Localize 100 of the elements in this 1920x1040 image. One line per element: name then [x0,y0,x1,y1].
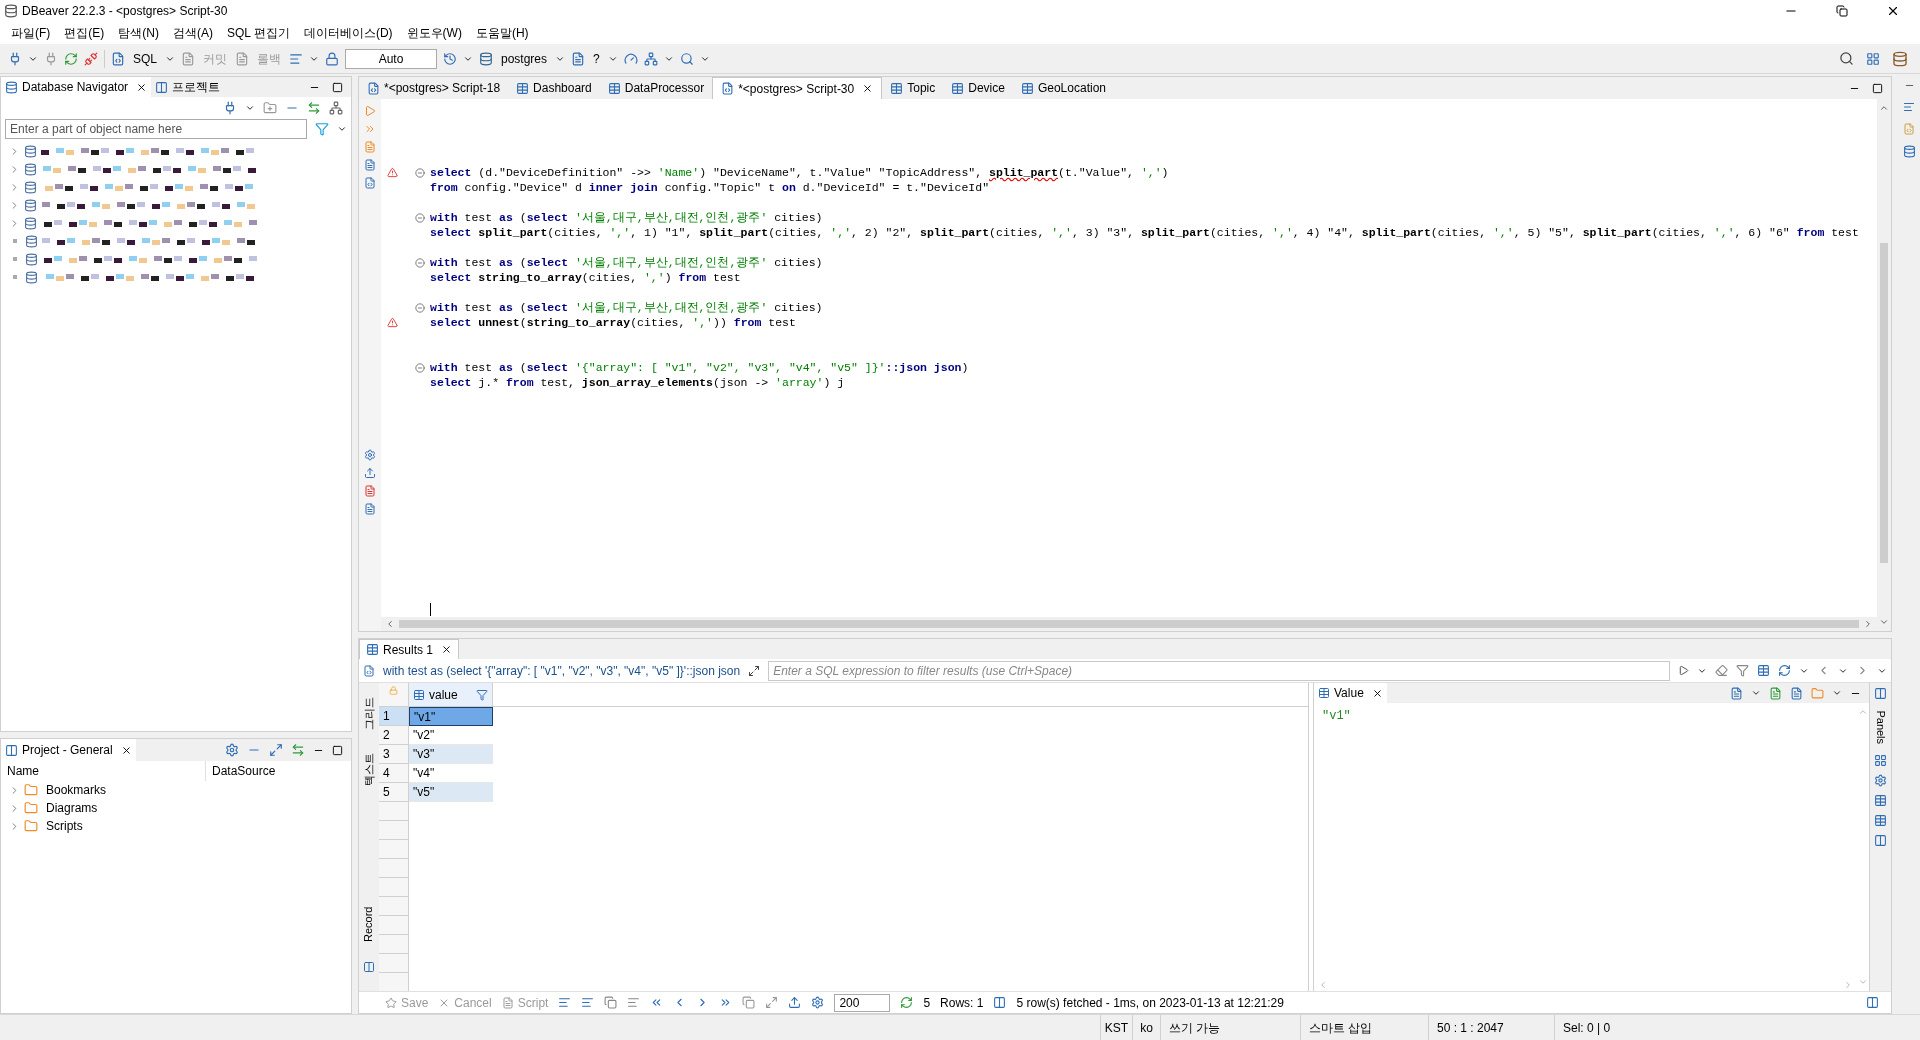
explain-icon[interactable] [364,159,376,171]
panels-tab[interactable]: Panels [1872,710,1889,744]
search-icon[interactable] [1839,51,1854,66]
refresh-icon[interactable] [900,996,914,1009]
tab-label[interactable]: Value [1334,684,1364,702]
disconnect-icon[interactable] [84,51,98,66]
save-icon[interactable] [1769,686,1782,700]
sql-button[interactable]: SQL [131,49,159,68]
scroll-left-icon[interactable] [385,619,395,629]
tab-label[interactable]: *<postgres> Script-18 [384,79,501,97]
tab-label[interactable]: Dashboard [533,79,592,97]
results-tab[interactable]: Results 1 [359,639,460,659]
terminal-icon[interactable] [364,177,376,189]
plug-icon[interactable] [44,51,58,66]
tab-label[interactable]: Topic [907,79,936,97]
panel-tab[interactable]: Value [1314,683,1387,703]
maximize-icon[interactable] [332,81,343,93]
filter-icon[interactable] [1736,664,1749,677]
panels-icon[interactable] [1874,687,1887,700]
toggle-panels-icon[interactable] [1866,996,1879,1009]
filter-field[interactable]: Enter a SQL expression to filter results (use Ctrl+Space) [768,660,1670,681]
document-icon[interactable] [501,996,514,1009]
tree-item[interactable]: Bookmarks [46,781,107,799]
menu-item[interactable]: 윈도우(W) [399,24,469,42]
column-header[interactable]: DataSource [206,761,351,781]
fetch-next-icon[interactable] [765,996,779,1009]
document-icon[interactable] [235,51,249,66]
network-icon[interactable] [643,51,658,66]
row-number[interactable]: 3 [379,745,409,764]
row-number[interactable]: 2 [379,726,409,745]
fetch-size-field[interactable]: 200 [834,993,891,1012]
connect-icon[interactable] [8,51,22,66]
edit-icon[interactable] [558,996,572,1009]
database-icon[interactable] [1902,145,1916,158]
column-header[interactable]: Name [1,761,206,781]
column-label[interactable]: value [429,685,458,704]
scrollbar-thumb[interactable] [1880,243,1888,563]
close-icon[interactable] [120,744,132,756]
scroll-down-icon[interactable] [1879,617,1889,627]
copy-row-icon[interactable] [604,996,618,1009]
datasource-selector[interactable]: postgres [499,49,550,68]
star-icon[interactable] [385,996,397,1009]
fetch-all-icon[interactable] [742,996,756,1009]
tree-item[interactable]: Diagrams [46,799,98,817]
document-icon[interactable] [181,51,195,66]
clear-filter-icon[interactable] [1715,664,1728,677]
settings-icon[interactable] [225,743,239,757]
save-filter-icon[interactable] [1757,664,1770,677]
row-number[interactable]: 4 [379,764,409,783]
database-icon[interactable] [479,51,493,66]
dropdown-icon[interactable] [1832,688,1842,698]
row-number[interactable]: 5 [379,783,409,802]
dashboard-icon[interactable] [623,51,638,66]
dropdown-icon[interactable] [1751,688,1761,698]
refresh-connection-icon[interactable] [64,51,78,66]
refresh-icon[interactable] [1778,664,1791,677]
table-cell[interactable]: "v1" [409,707,493,726]
database-icon[interactable] [1892,50,1908,67]
table-cell[interactable]: "v3" [409,745,493,764]
tab-label[interactable]: *<postgres> Script-30 [738,79,855,98]
menu-item[interactable]: 도움말(H) [468,24,536,42]
search-icon[interactable] [679,51,694,66]
menu-item[interactable]: 탐색(N) [111,24,166,42]
record-tab[interactable]: Record [360,906,378,942]
fold-icon[interactable] [415,362,425,373]
close-icon[interactable] [1371,687,1383,699]
export-icon[interactable] [788,996,802,1009]
close-icon[interactable] [862,83,874,94]
table-cell[interactable]: "v5" [409,783,493,802]
tab-label[interactable]: DataProcessor [624,79,705,97]
content-viewer-icon[interactable] [1730,686,1743,700]
more-icon[interactable] [329,101,343,115]
restore-icon[interactable] [1836,5,1848,17]
link-editor-icon[interactable] [291,743,305,757]
tree-item[interactable]: Scripts [46,817,83,835]
fold-icon[interactable] [415,167,425,178]
row-number[interactable]: 1 [379,707,409,726]
load-icon[interactable] [1790,686,1803,700]
load-icon[interactable] [364,485,376,497]
panel-tab[interactable]: Database Navigator [1,77,152,97]
scrollbar-thumb[interactable] [399,620,1859,628]
close-icon[interactable] [1886,4,1900,18]
search-field[interactable]: Enter a part of object name here [5,119,307,139]
query-label[interactable]: with test as (select '{"array": [ "v1", "v2", "v3", "v4", "v5" ]}'::json json [383,661,741,680]
record-mode-icon[interactable] [363,961,375,973]
metadata-icon[interactable] [1874,774,1887,787]
link-editor-icon[interactable] [307,101,321,115]
fold-icon[interactable] [415,302,425,313]
maximize-icon[interactable] [1872,82,1883,94]
transaction-icon[interactable] [289,51,303,66]
view-tab[interactable]: 텍스트 [360,752,378,786]
apply-filter-icon[interactable] [1678,665,1689,676]
expand-icon[interactable] [748,664,761,677]
menu-item[interactable]: 편집(E) [57,24,112,42]
close-icon[interactable] [136,81,148,93]
script-icon[interactable] [111,51,125,66]
tab-label[interactable]: GeoLocation [1037,79,1106,97]
fold-icon[interactable] [415,212,425,223]
new-connection-icon[interactable] [223,101,237,115]
outline-icon[interactable] [1903,101,1915,113]
